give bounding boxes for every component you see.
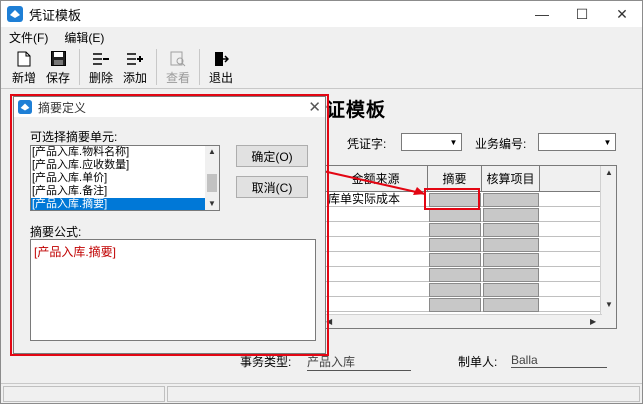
menu-bar: 文件(F) 编辑(E) bbox=[1, 27, 642, 47]
exit-door-icon bbox=[212, 50, 230, 67]
summary-cell[interactable] bbox=[429, 208, 481, 222]
accounting-item-cell[interactable] bbox=[483, 238, 539, 252]
scroll-right-icon[interactable]: ▶ bbox=[590, 317, 596, 326]
status-pane bbox=[3, 386, 165, 402]
status-bar bbox=[1, 383, 642, 403]
new-doc-icon bbox=[15, 50, 33, 67]
summary-cell[interactable] bbox=[429, 253, 481, 267]
grid-header-accounting-item[interactable]: 核算项目 bbox=[482, 166, 540, 192]
summary-cell[interactable] bbox=[429, 238, 481, 252]
window-title: 凭证模板 bbox=[29, 7, 82, 23]
title-bar: 凭证模板 — ☐ ✕ bbox=[1, 1, 642, 27]
scroll-up-icon[interactable]: ▲ bbox=[605, 168, 613, 177]
delete-button[interactable]: 删除 bbox=[84, 47, 118, 87]
voucher-word-label: 凭证字: bbox=[347, 137, 387, 151]
delete-label: 删除 bbox=[88, 71, 113, 85]
accounting-item-cell[interactable] bbox=[483, 268, 539, 282]
delete-row-icon bbox=[92, 50, 110, 67]
maximize-button[interactable]: ☐ bbox=[562, 1, 602, 27]
view-icon bbox=[169, 50, 187, 67]
grid-horizontal-scrollbar[interactable]: ◀ ▶ bbox=[324, 314, 602, 328]
add-button[interactable]: 添加 bbox=[118, 47, 152, 87]
accounting-item-cell[interactable] bbox=[483, 283, 539, 297]
toolbar: 新增 保存 删除 添加 查看 退出 bbox=[1, 47, 642, 89]
menu-edit[interactable]: 编辑(E) bbox=[56, 29, 112, 46]
minimize-button[interactable]: — bbox=[522, 1, 562, 27]
scroll-down-icon[interactable]: ▼ bbox=[605, 300, 613, 309]
grid-vertical-scrollbar[interactable]: ▲ ▼ bbox=[600, 166, 616, 328]
accounting-item-cell[interactable] bbox=[483, 253, 539, 267]
view-button[interactable]: 查看 bbox=[161, 47, 195, 87]
add-row-icon bbox=[126, 50, 144, 67]
chevron-down-icon: ▼ bbox=[446, 134, 461, 150]
accounting-item-cell[interactable] bbox=[483, 193, 539, 207]
summary-cell[interactable] bbox=[429, 223, 481, 237]
dialog-highlight-box bbox=[10, 94, 329, 356]
exit-button[interactable]: 退出 bbox=[204, 47, 238, 87]
accounting-item-cell[interactable] bbox=[483, 223, 539, 237]
save-button[interactable]: 保存 bbox=[41, 47, 75, 87]
close-button[interactable]: ✕ bbox=[602, 1, 642, 27]
menu-file[interactable]: 文件(F) bbox=[1, 29, 56, 46]
grid-cell-amount-source[interactable]: 库单实际成本 bbox=[328, 192, 426, 207]
save-disk-icon bbox=[49, 50, 67, 67]
view-label: 查看 bbox=[165, 71, 190, 85]
app-icon bbox=[7, 6, 23, 22]
business-no-select[interactable]: ▼ bbox=[538, 133, 616, 151]
toolbar-separator bbox=[156, 49, 157, 85]
new-button[interactable]: 新增 bbox=[7, 47, 41, 87]
toolbar-separator bbox=[199, 49, 200, 85]
summary-cell-highlight-box bbox=[424, 188, 480, 210]
business-no-label: 业务编号: bbox=[475, 137, 527, 151]
save-label: 保存 bbox=[45, 71, 70, 85]
grid-header-blank bbox=[540, 166, 602, 192]
chevron-down-icon: ▼ bbox=[600, 134, 615, 150]
creator-value: Balla bbox=[511, 353, 607, 368]
summary-cell[interactable] bbox=[429, 268, 481, 282]
summary-cell[interactable] bbox=[429, 298, 481, 312]
voucher-word-select[interactable]: ▼ bbox=[401, 133, 462, 151]
grid-header-amount-source[interactable]: 金额来源 bbox=[324, 166, 428, 192]
creator-label: 制单人: bbox=[458, 355, 498, 369]
toolbar-separator bbox=[79, 49, 80, 85]
accounting-item-cell[interactable] bbox=[483, 208, 539, 222]
summary-cell[interactable] bbox=[429, 283, 481, 297]
status-pane bbox=[167, 386, 640, 402]
add-label: 添加 bbox=[122, 71, 147, 85]
new-label: 新增 bbox=[11, 71, 36, 85]
exit-label: 退出 bbox=[208, 71, 233, 85]
accounting-item-cell[interactable] bbox=[483, 298, 539, 312]
page-title: 证模板 bbox=[326, 99, 387, 121]
